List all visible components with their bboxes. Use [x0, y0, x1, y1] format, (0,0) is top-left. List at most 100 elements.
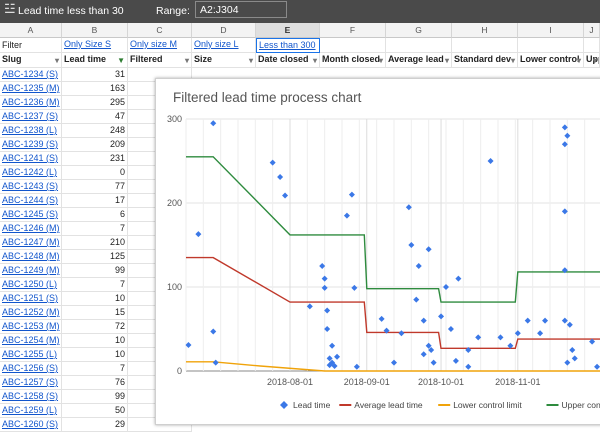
slug-cell[interactable]: ABC-1248 (M) — [0, 250, 62, 264]
lead-time-cell[interactable]: 99 — [62, 390, 128, 404]
slug-cell[interactable]: ABC-1243 (S) — [0, 180, 62, 194]
lead-time-cell[interactable]: 76 — [62, 376, 128, 390]
column-header-d[interactable]: D — [192, 23, 256, 38]
active-filter-icon[interactable]: ▼ — [117, 54, 125, 67]
column-header-f[interactable]: F — [320, 23, 386, 38]
filter-dropdown-icon[interactable]: ▾ — [55, 54, 59, 67]
slug-cell[interactable]: ABC-1238 (L) — [0, 124, 62, 138]
lead-time-cell[interactable]: 77 — [62, 180, 128, 194]
slug-cell[interactable]: ABC-1256 (S) — [0, 362, 62, 376]
slug-cell[interactable]: ABC-1257 (S) — [0, 376, 62, 390]
header-average-lead[interactable]: Average lead▾ — [386, 53, 452, 68]
lead-time-cell[interactable]: 31 — [62, 68, 128, 82]
header-size[interactable]: Size▾ — [192, 53, 256, 68]
slug-cell[interactable]: ABC-1249 (M) — [0, 264, 62, 278]
column-header-h[interactable]: H — [452, 23, 518, 38]
header-lower-control[interactable]: Lower control▾ — [518, 53, 584, 68]
lead-time-cell[interactable]: 99 — [62, 264, 128, 278]
lead-time-cell[interactable]: 47 — [62, 110, 128, 124]
slug-cell[interactable]: ABC-1234 (S) — [0, 68, 62, 82]
slug-cell[interactable]: ABC-1247 (M) — [0, 236, 62, 250]
lead-time-point — [322, 276, 328, 282]
chart-panel[interactable]: Filtered lead time process chart 0100200… — [155, 78, 600, 425]
filter-dropdown-icon[interactable]: ▾ — [511, 54, 515, 67]
range-input[interactable]: A2:J304 — [195, 1, 287, 18]
filter-dropdown-icon[interactable]: ▾ — [185, 54, 189, 67]
filter-dropdown-icon[interactable]: ▾ — [379, 54, 383, 67]
lead-time-cell[interactable]: 7 — [62, 278, 128, 292]
lead-time-cell[interactable]: 7 — [62, 362, 128, 376]
slug-cell[interactable]: ABC-1254 (M) — [0, 334, 62, 348]
lead-time-cell[interactable]: 163 — [62, 82, 128, 96]
lead-time-cell[interactable]: 248 — [62, 124, 128, 138]
slug-cell[interactable]: ABC-1258 (S) — [0, 390, 62, 404]
lead-time-point — [569, 347, 575, 353]
slug-cell[interactable]: ABC-1253 (M) — [0, 320, 62, 334]
lead-time-cell[interactable]: 72 — [62, 320, 128, 334]
lead-time-cell[interactable]: 10 — [62, 334, 128, 348]
slug-cell[interactable]: ABC-1236 (M) — [0, 96, 62, 110]
slug-cell[interactable]: ABC-1251 (S) — [0, 292, 62, 306]
filter-empty-cell[interactable] — [386, 38, 452, 53]
slug-cell[interactable]: ABC-1241 (S) — [0, 152, 62, 166]
header-upper[interactable]: Upper▾ — [584, 53, 600, 68]
filter-empty-cell[interactable] — [518, 38, 584, 53]
header-date-closed[interactable]: Date closed▾ — [256, 53, 320, 68]
filter-criteria-4[interactable]: Less than 300 — [256, 38, 320, 53]
lead-time-cell[interactable]: 231 — [62, 152, 128, 166]
slug-cell[interactable]: ABC-1242 (L) — [0, 166, 62, 180]
filter-criteria-1[interactable]: Only Size S — [62, 38, 128, 53]
slug-cell[interactable]: ABC-1260 (S) — [0, 418, 62, 432]
slug-cell[interactable]: ABC-1250 (L) — [0, 278, 62, 292]
filter-icon[interactable]: ☳ — [4, 1, 16, 17]
header-month-closed[interactable]: Month closed▾ — [320, 53, 386, 68]
slug-cell[interactable]: ABC-1259 (L) — [0, 404, 62, 418]
lead-time-cell[interactable]: 10 — [62, 348, 128, 362]
filter-dropdown-icon[interactable]: ▾ — [445, 54, 449, 67]
filter-empty-cell[interactable] — [584, 38, 600, 53]
slug-cell[interactable]: ABC-1245 (S) — [0, 208, 62, 222]
slug-cell[interactable]: ABC-1244 (S) — [0, 194, 62, 208]
slug-cell[interactable]: ABC-1235 (M) — [0, 82, 62, 96]
lead-time-point — [542, 318, 548, 324]
filter-dropdown-icon[interactable]: ▾ — [249, 54, 253, 67]
filter-empty-cell[interactable] — [452, 38, 518, 53]
lead-time-cell[interactable]: 7 — [62, 222, 128, 236]
header-slug[interactable]: Slug▾ — [0, 53, 62, 68]
lead-time-cell[interactable]: 17 — [62, 194, 128, 208]
slug-cell[interactable]: ABC-1255 (L) — [0, 348, 62, 362]
lead-time-cell[interactable]: 125 — [62, 250, 128, 264]
filter-empty-cell[interactable] — [320, 38, 386, 53]
column-header-g[interactable]: G — [386, 23, 452, 38]
slug-cell[interactable]: ABC-1246 (M) — [0, 222, 62, 236]
column-header-j[interactable]: J — [584, 23, 600, 38]
lead-time-cell[interactable]: 295 — [62, 96, 128, 110]
slug-cell[interactable]: ABC-1239 (S) — [0, 138, 62, 152]
filter-dropdown-icon[interactable]: ▾ — [577, 54, 581, 67]
lead-time-cell[interactable]: 0 — [62, 166, 128, 180]
lead-time-cell[interactable]: 6 — [62, 208, 128, 222]
filter-criteria-2[interactable]: Only size M — [128, 38, 192, 53]
filter-criteria-3[interactable]: Only size L — [192, 38, 256, 53]
lead-time-cell[interactable]: 210 — [62, 236, 128, 250]
lead-time-cell[interactable]: 29 — [62, 418, 128, 432]
x-tick-label: 2018-11-01 — [495, 377, 540, 387]
column-header-i[interactable]: I — [518, 23, 584, 38]
header-filtered[interactable]: Filtered▾ — [128, 53, 192, 68]
filter-dropdown-icon[interactable]: ▾ — [313, 54, 317, 67]
lead-time-cell[interactable]: 10 — [62, 292, 128, 306]
filter-dropdown-icon[interactable]: ▾ — [593, 54, 597, 67]
legend-label: Average lead time — [354, 400, 423, 410]
column-header-b[interactable]: B — [62, 23, 128, 38]
header-standard-dev[interactable]: Standard dev▾ — [452, 53, 518, 68]
slug-cell[interactable]: ABC-1237 (S) — [0, 110, 62, 124]
column-header-e[interactable]: E — [256, 23, 320, 38]
filter-view-name[interactable]: Lead time less than 30 — [18, 5, 124, 17]
header-lead-time[interactable]: Lead time▼ — [62, 53, 128, 68]
lead-time-cell[interactable]: 15 — [62, 306, 128, 320]
lead-time-cell[interactable]: 50 — [62, 404, 128, 418]
slug-cell[interactable]: ABC-1252 (M) — [0, 306, 62, 320]
lead-time-cell[interactable]: 209 — [62, 138, 128, 152]
column-header-c[interactable]: C — [128, 23, 192, 38]
column-header-a[interactable]: A — [0, 23, 62, 38]
